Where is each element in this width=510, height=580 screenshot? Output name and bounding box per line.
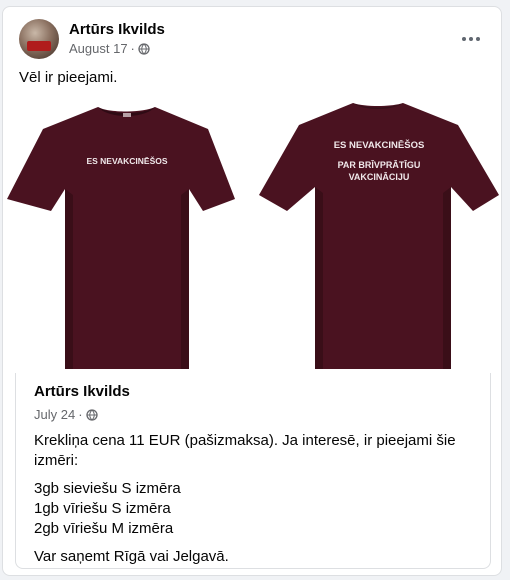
post-text: Vēl ir pieejami. — [19, 69, 118, 86]
avatar[interactable] — [19, 19, 59, 59]
back-print-line1: ES NEVAKCINĒŠOS — [334, 139, 425, 151]
post-photo[interactable]: ES NEVAKCINĒŠOS ES NEVAKCINĒŠOS PAR BRĪV… — [3, 99, 501, 377]
post-card: Artūrs Ikvilds August 17 · Vēl ir pieeja… — [2, 6, 502, 576]
shared-post-date[interactable]: July 24 — [34, 407, 75, 422]
size-list: 3gb sieviešu S izmēra 1gb vīriešu S izmē… — [34, 479, 474, 539]
size-item: 1gb vīriešu S izmēra — [34, 500, 171, 517]
shared-post-meta: July 24 · — [34, 407, 98, 422]
post-date[interactable]: August 17 — [69, 41, 128, 56]
more-options-button[interactable] — [459, 29, 483, 49]
back-print-line3: VAKCINĀCIJU — [349, 172, 410, 182]
more-dot-icon — [462, 37, 466, 41]
back-print-line2: PAR BRĪVPRĀTĪGU — [338, 160, 421, 170]
meta-separator: · — [130, 41, 135, 56]
front-print-text: ES NEVAKCINĒŠOS — [86, 155, 167, 166]
shared-post-body: Krekliņa cena 11 EUR (pašizmaksa). Ja in… — [34, 431, 474, 575]
size-item: 3gb sieviešu S izmēra — [34, 480, 181, 497]
post-meta: August 17 · — [69, 41, 150, 56]
shared-post-pickup: Var saņemt Rīgā vai Jelgavā. — [34, 548, 229, 565]
tshirt-front-image — [7, 107, 235, 369]
shared-post-intro: Krekliņa cena 11 EUR (pašizmaksa). Ja in… — [34, 432, 456, 469]
globe-icon — [85, 408, 98, 421]
meta-separator: · — [78, 407, 83, 422]
post-header: Artūrs Ikvilds August 17 · — [19, 19, 489, 63]
more-dot-icon — [476, 37, 480, 41]
more-dot-icon — [469, 37, 473, 41]
globe-icon — [138, 42, 150, 55]
shared-post-author[interactable]: Artūrs Ikvilds — [34, 383, 130, 400]
post-author[interactable]: Artūrs Ikvilds — [69, 21, 165, 38]
shared-post[interactable]: Artūrs Ikvilds July 24 · Krekliņa cena 1… — [15, 373, 491, 569]
size-item: 2gb vīriešu M izmēra — [34, 520, 174, 537]
